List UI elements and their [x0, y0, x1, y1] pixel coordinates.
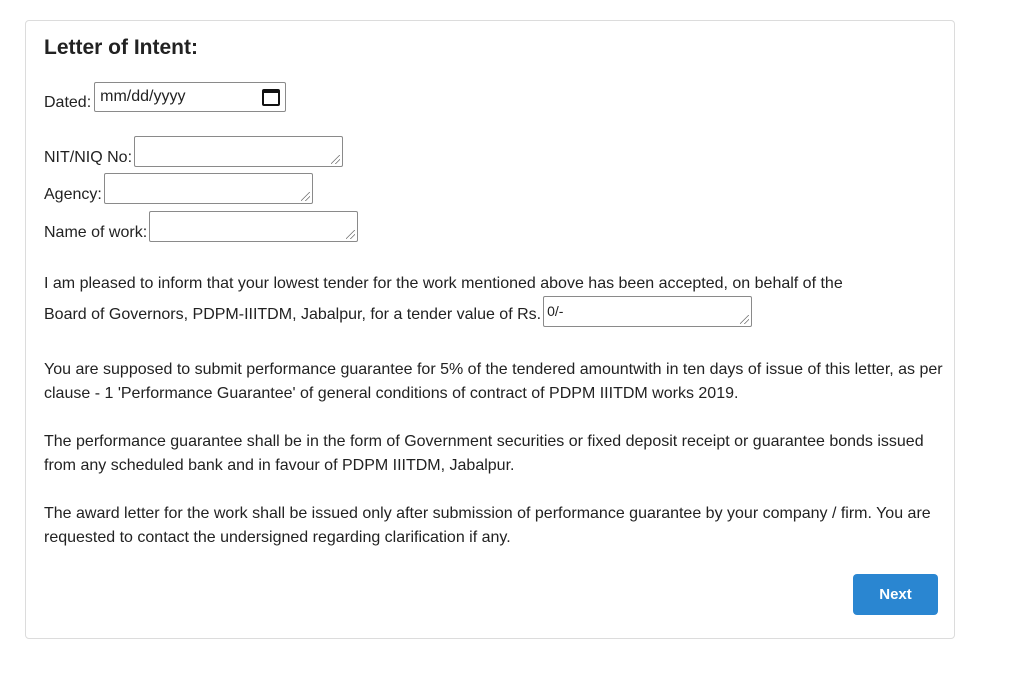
work-input[interactable] [149, 211, 359, 242]
resize-grip-icon[interactable] [300, 192, 310, 201]
resize-grip-icon[interactable] [346, 230, 356, 239]
agency-label: Agency: [44, 186, 102, 203]
resize-grip-icon[interactable] [331, 155, 341, 164]
dated-input[interactable]: mm/dd/yyyy [94, 82, 287, 112]
next-button[interactable]: Next [853, 574, 938, 615]
nit-label: NIT/NIQ No: [44, 149, 133, 166]
page-title: Letter of Intent: [44, 36, 198, 59]
dated-row: Dated: mm/dd/yyyy [44, 82, 287, 112]
tender-value-input[interactable]: 0/- [543, 296, 753, 327]
tender-paragraph: I am pleased to inform that your lowest … [44, 272, 944, 327]
nit-input[interactable] [134, 136, 344, 167]
work-label: Name of work: [44, 224, 148, 241]
tender-line-1: I am pleased to inform that your lowest … [44, 275, 843, 292]
nit-row: NIT/NIQ No: [44, 136, 344, 167]
tender-line-2: Board of Governors, PDPM-IIITDM, Jabalpu… [44, 306, 542, 323]
agency-row: Agency: [44, 173, 313, 204]
calendar-icon[interactable] [262, 88, 281, 106]
guarantee-form-paragraph: The performance guarantee shall be in th… [44, 433, 924, 474]
agency-input[interactable] [103, 173, 313, 204]
dated-placeholder: mm/dd/yyyy [100, 88, 186, 105]
resize-grip-icon[interactable] [740, 315, 750, 324]
tender-line-2-row: Board of Governors, PDPM-IIITDM, Jabalpu… [44, 296, 944, 327]
letter-of-intent-card: Letter of Intent: Dated: mm/dd/yyyy NIT/… [25, 20, 955, 639]
guarantee-paragraph: You are supposed to submit performance g… [44, 361, 943, 402]
tender-value: 0/- [547, 303, 564, 319]
dated-label: Dated: [44, 94, 92, 111]
award-paragraph: The award letter for the work shall be i… [44, 505, 931, 546]
work-row: Name of work: [44, 211, 359, 242]
